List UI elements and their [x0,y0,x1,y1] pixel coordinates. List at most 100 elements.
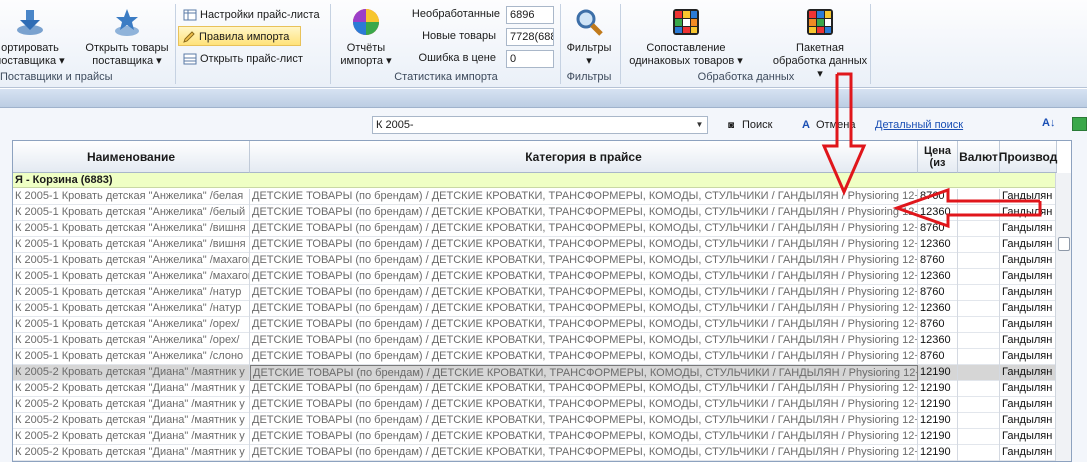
cell-manufacturer[interactable]: Гандылян [1000,445,1057,461]
cell-manufacturer[interactable]: Гандылян [1000,221,1057,237]
cell-currency[interactable] [958,317,1000,333]
table-row[interactable]: К 2005-2 Кровать детская "Диана" /маятни… [13,365,1071,381]
cell-price[interactable]: 8760 [918,285,958,301]
cell-name[interactable]: К 2005-1 Кровать детская "Анжелика" /бел… [13,205,250,221]
search-button[interactable]: ◙ Поиск [728,118,772,133]
cell-price[interactable]: 12360 [918,237,958,253]
cell-category[interactable]: ДЕТСКИЕ ТОВАРЫ (по брендам) / ДЕТСКИЕ КР… [250,381,918,397]
cell-category[interactable]: ДЕТСКИЕ ТОВАРЫ (по брендам) / ДЕТСКИЕ КР… [250,205,918,221]
cell-currency[interactable] [958,397,1000,413]
table-row[interactable]: К 2005-1 Кровать детская "Анжелика" /нат… [13,301,1071,317]
price-list-settings-button[interactable]: Настройки прайс-листа [180,5,320,25]
cell-category[interactable]: ДЕТСКИЕ ТОВАРЫ (по брендам) / ДЕТСКИЕ КР… [250,333,918,349]
cell-category[interactable]: ДЕТСКИЕ ТОВАРЫ (по брендам) / ДЕТСКИЕ КР… [250,285,918,301]
column-header-manufacturer[interactable]: Производ [999,141,1057,173]
cell-name[interactable]: К 2005-1 Кровать детская "Анжелика" /нат… [13,285,250,301]
cell-price[interactable]: 12190 [918,365,958,381]
table-row[interactable]: К 2005-2 Кровать детская "Диана" /маятни… [13,413,1071,429]
cell-category[interactable]: ДЕТСКИЕ ТОВАРЫ (по брендам) / ДЕТСКИЕ КР… [250,237,918,253]
open-price-list-button[interactable]: Открыть прайс-лист [180,49,303,69]
cell-name[interactable]: К 2005-2 Кровать детская "Диана" /маятни… [13,445,250,461]
search-combobox[interactable]: К 2005- ▼ [372,116,708,134]
table-row[interactable]: К 2005-2 Кровать детская "Диана" /маятни… [13,429,1071,445]
cell-currency[interactable] [958,381,1000,397]
table-row[interactable]: К 2005-1 Кровать детская "Анжелика" /виш… [13,221,1071,237]
cell-manufacturer[interactable]: Гандылян [1000,205,1057,221]
cell-category[interactable]: ДЕТСКИЕ ТОВАРЫ (по брендам) / ДЕТСКИЕ КР… [250,221,918,237]
table-row[interactable]: К 2005-1 Кровать детская "Анжелика" /оре… [13,317,1071,333]
cell-price[interactable]: 12360 [918,333,958,349]
cell-manufacturer[interactable]: Гандылян [1000,349,1057,365]
cell-price[interactable]: 12360 [918,269,958,285]
column-header-name[interactable]: Наименование [13,141,250,173]
cell-price[interactable]: 12190 [918,397,958,413]
cell-currency[interactable] [958,445,1000,461]
cell-name[interactable]: К 2005-1 Кровать детская "Анжелика" /виш… [13,237,250,253]
cell-category[interactable]: ДЕТСКИЕ ТОВАРЫ (по брендам) / ДЕТСКИЕ КР… [250,253,918,269]
cell-currency[interactable] [958,253,1000,269]
cell-price[interactable]: 12190 [918,445,958,461]
cell-category[interactable]: ДЕТСКИЕ ТОВАРЫ (по брендам) / ДЕТСКИЕ КР… [250,429,918,445]
cell-name[interactable]: К 2005-1 Кровать детская "Анжелика" /оре… [13,317,250,333]
cell-price[interactable]: 8760 [918,253,958,269]
column-header-currency[interactable]: Валют [958,141,1000,173]
cell-currency[interactable] [958,333,1000,349]
cell-currency[interactable] [958,269,1000,285]
cell-name[interactable]: К 2005-1 Кровать детская "Анжелика" /мах… [13,269,250,285]
sort-az-icon[interactable]: A↓ [1042,116,1055,130]
cell-manufacturer[interactable]: Гандылян [1000,237,1057,253]
cell-name[interactable]: К 2005-1 Кровать детская "Анжелика" /оре… [13,333,250,349]
column-header-category[interactable]: Категория в прайсе [250,141,918,173]
vertical-scrollbar[interactable] [1055,173,1071,461]
cell-price[interactable]: 8760 [918,317,958,333]
cell-currency[interactable] [958,301,1000,317]
cell-currency[interactable] [958,189,1000,205]
filters-button[interactable]: Фильтры ▾ [562,6,616,68]
cell-currency[interactable] [958,429,1000,445]
cell-currency[interactable] [958,365,1000,381]
cell-category[interactable]: ДЕТСКИЕ ТОВАРЫ (по брендам) / ДЕТСКИЕ КР… [250,189,918,205]
cell-category[interactable]: ДЕТСКИЕ ТОВАРЫ (по брендам) / ДЕТСКИЕ КР… [250,365,918,381]
table-row[interactable]: К 2005-2 Кровать детская "Диана" /маятни… [13,445,1071,461]
table-row[interactable]: К 2005-1 Кровать детская "Анжелика" /бел… [13,205,1071,221]
cell-category[interactable]: ДЕТСКИЕ ТОВАРЫ (по брендам) / ДЕТСКИЕ КР… [250,397,918,413]
cell-currency[interactable] [958,237,1000,253]
cell-category[interactable]: ДЕТСКИЕ ТОВАРЫ (по брендам) / ДЕТСКИЕ КР… [250,445,918,461]
sort-by-supplier-button[interactable]: ортировать поставщика ▾ [0,6,66,68]
cell-name[interactable]: К 2005-2 Кровать детская "Диана" /маятни… [13,413,250,429]
cell-price[interactable]: 12190 [918,381,958,397]
cell-price[interactable]: 12190 [918,429,958,445]
cell-price[interactable]: 12360 [918,301,958,317]
column-header-price[interactable]: Цена (из [918,141,958,173]
cell-manufacturer[interactable]: Гандылян [1000,429,1057,445]
cell-manufacturer[interactable]: Гандылян [1000,301,1057,317]
cell-manufacturer[interactable]: Гандылян [1000,269,1057,285]
table-row[interactable]: К 2005-2 Кровать детская "Диана" /маятни… [13,381,1071,397]
cell-name[interactable]: К 2005-2 Кровать детская "Диана" /маятни… [13,429,250,445]
open-supplier-goods-button[interactable]: Открыть товары поставщика ▾ [80,6,174,68]
cell-currency[interactable] [958,205,1000,221]
import-rules-button[interactable]: Правила импорта [178,26,301,46]
cell-category[interactable]: ДЕТСКИЕ ТОВАРЫ (по брендам) / ДЕТСКИЕ КР… [250,269,918,285]
table-row[interactable]: К 2005-2 Кровать детская "Диана" /маятни… [13,397,1071,413]
cell-price[interactable]: 8760 [918,189,958,205]
match-identical-goods-button[interactable]: Сопоставление одинаковых товаров ▾ [624,6,748,68]
cancel-button[interactable]: A Отмена [802,118,855,132]
export-icon[interactable] [1072,117,1087,131]
cell-manufacturer[interactable]: Гандылян [1000,189,1057,205]
batch-processing-button[interactable]: Пакетная обработка данных ▾ [772,6,868,81]
dropdown-arrow-icon[interactable]: ▼ [692,117,707,133]
cell-price[interactable]: 8760 [918,221,958,237]
cell-category[interactable]: ДЕТСКИЕ ТОВАРЫ (по брендам) / ДЕТСКИЕ КР… [250,317,918,333]
cell-manufacturer[interactable]: Гандылян [1000,397,1057,413]
cell-name[interactable]: К 2005-1 Кровать детская "Анжелика" /мах… [13,253,250,269]
cell-manufacturer[interactable]: Гандылян [1000,285,1057,301]
cell-price[interactable]: 8760 [918,349,958,365]
cell-name[interactable]: К 2005-2 Кровать детская "Диана" /маятни… [13,397,250,413]
cell-name[interactable]: К 2005-2 Кровать детская "Диана" /маятни… [13,365,250,381]
cell-currency[interactable] [958,285,1000,301]
import-reports-button[interactable]: Отчёты импорта ▾ [336,6,396,68]
cell-manufacturer[interactable]: Гандылян [1000,333,1057,349]
scrollbar-thumb[interactable] [1058,237,1070,251]
table-row[interactable]: К 2005-1 Кровать детская "Анжелика" /мах… [13,253,1071,269]
